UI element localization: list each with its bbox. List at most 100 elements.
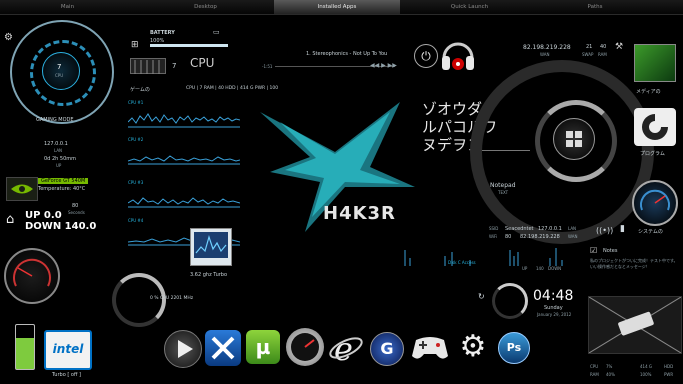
notepad-divider [482, 150, 530, 179]
disk-label: Disk C Access [448, 260, 476, 265]
gamepad-icon[interactable] [410, 332, 450, 364]
uptime: 0d 2h 50mm [44, 156, 76, 162]
cpu3-label: CPU #3 [128, 180, 144, 185]
programs-label[interactable]: プログラム [640, 150, 665, 157]
up-label-2: UP [522, 266, 528, 271]
notes-title: Notes [603, 248, 618, 254]
media-icon[interactable] [634, 44, 676, 82]
gauge-icon[interactable] [286, 328, 324, 366]
gear-icon[interactable]: ⚙ [4, 32, 13, 43]
ram-label: RAM [598, 52, 607, 57]
turbo-status[interactable]: Turbo [ off ] [52, 372, 81, 378]
wifi-label: WiFi [489, 234, 498, 239]
battery-bar [150, 44, 228, 47]
logo-text: H4K3R [323, 203, 396, 224]
cpu-big-label: CPU [190, 56, 215, 70]
battery-icon [15, 324, 35, 370]
cpu-value: 7 [57, 63, 62, 71]
utorrent-icon[interactable]: µ [246, 330, 280, 364]
cpu-label: CPU [55, 73, 64, 78]
tab-paths[interactable]: Paths [540, 0, 650, 14]
ssid-value: Seacedntet [505, 226, 534, 232]
wan-label: WAN [540, 52, 550, 57]
bottom-cpu-label: CPU [590, 364, 599, 369]
tools-small-icon[interactable]: ⚒ [615, 42, 623, 52]
tab-main[interactable]: Main [0, 0, 135, 14]
windows-icon[interactable] [553, 118, 595, 160]
system-label[interactable]: システムの [638, 228, 663, 235]
gaming-mode-label[interactable]: GAMING MODE [36, 117, 74, 123]
bottom-ram-value: 40% [606, 372, 615, 377]
bottom-pwr-label: PWR [664, 372, 674, 377]
headphones-icon[interactable] [440, 36, 476, 76]
track-title: 1. Stereophonics - Not Up To You [306, 51, 388, 57]
wifi-wan-ip: 82.198.219.228 [520, 234, 560, 240]
bottom-pwr-value: 100% [640, 372, 652, 377]
battery-small-icon: ▭ [213, 28, 220, 36]
checkbox-icon[interactable]: ☑ [590, 246, 597, 255]
lan-label: LAN [54, 148, 63, 153]
cpu1-label: CPU #1 [128, 100, 144, 105]
refresh-icon[interactable]: ↻ [478, 292, 485, 301]
wifi-lan-label: LAN [568, 226, 577, 231]
cpu-monitor-icon [190, 228, 232, 266]
swap-label: SWAP [582, 52, 594, 57]
usb-drive-icon[interactable] [588, 296, 682, 354]
up-seconds-unit: Seconds [68, 210, 85, 215]
net-up: UP 0.0 [25, 210, 62, 221]
cpu3-graph [128, 197, 240, 208]
cpu1-graph [128, 113, 240, 128]
tab-desktop[interactable]: Desktop [138, 0, 273, 14]
nvidia-icon [6, 177, 38, 201]
ie-icon[interactable]: e [328, 330, 364, 368]
system-gauge-icon[interactable] [632, 180, 678, 226]
notepad-sub: TEXT [498, 190, 509, 195]
tab-installed-apps[interactable]: Installed Apps [274, 0, 400, 14]
uptime-label: UP [56, 163, 62, 168]
ram-value: 40 [600, 44, 607, 50]
cpu-ring-core [42, 52, 80, 90]
swap-value: 21 [586, 44, 593, 50]
net-down: DOWN 140.0 [25, 221, 97, 232]
down-label-2: DOWN [548, 266, 562, 271]
down-value-2: 140 [536, 266, 544, 271]
bottom-hdd-label: HDD [664, 364, 674, 369]
signal-icon[interactable]: ((•)) [596, 226, 613, 235]
clock-time: 04:48 [533, 288, 574, 304]
tools-icon[interactable] [205, 330, 241, 366]
lan-ip: 127.0.0.1 [44, 141, 68, 147]
gpu-name: GeForce GT 540M [38, 178, 89, 184]
wifi-lan-ip: 127.0.0.1 [538, 226, 562, 232]
photoshop-icon[interactable]: Ps [498, 332, 530, 364]
tab-quick-launch[interactable]: Quick Launch [402, 0, 537, 14]
clock-date: January 29, 2012 [537, 312, 572, 317]
notes-text[interactable]: 私のプロジェクトがついに完成！テスト中です。いい操作感だとなとメッセージ！ [590, 258, 678, 270]
power-icon[interactable]: ⏻ [414, 44, 438, 68]
cpu-chip-icon [130, 58, 166, 74]
intel-icon: intel [44, 330, 92, 370]
media-controls-icon[interactable]: ◀◀ ▶ ▶▶ [370, 62, 397, 69]
ssid-label: SSID [489, 226, 499, 231]
svg-text:e: e [334, 330, 353, 366]
cpu2-label: CPU #2 [128, 137, 144, 142]
speedometer-icon [4, 248, 60, 304]
grid-icon[interactable]: ⊞ [131, 40, 139, 50]
clock-ring [492, 283, 528, 319]
bottom-hdd-value: 414 G [640, 364, 653, 369]
play-icon[interactable] [164, 330, 202, 368]
google-icon[interactable]: G [370, 332, 404, 366]
clock-day: Sunday [544, 305, 563, 311]
gpu-temp: Temperature: 40°C [38, 186, 86, 192]
settings-icon[interactable]: ⚙ [456, 330, 490, 364]
programs-icon[interactable] [634, 108, 676, 146]
media-label[interactable]: メディアの [636, 88, 661, 95]
cpu-cores: 7 [172, 62, 177, 70]
battery-status-icon[interactable]: ▮ [620, 224, 625, 234]
cpu-freq: 0 % CPU 2201 MHz [150, 296, 194, 301]
cpu-title: ゲームの [130, 87, 150, 93]
cpu2-graph [128, 155, 240, 165]
notepad-label[interactable]: Notepad [490, 182, 516, 189]
track-time: -1:51 [262, 64, 273, 69]
net-traffic-graph [509, 248, 563, 266]
home-icon[interactable]: ⌂ [6, 212, 14, 227]
